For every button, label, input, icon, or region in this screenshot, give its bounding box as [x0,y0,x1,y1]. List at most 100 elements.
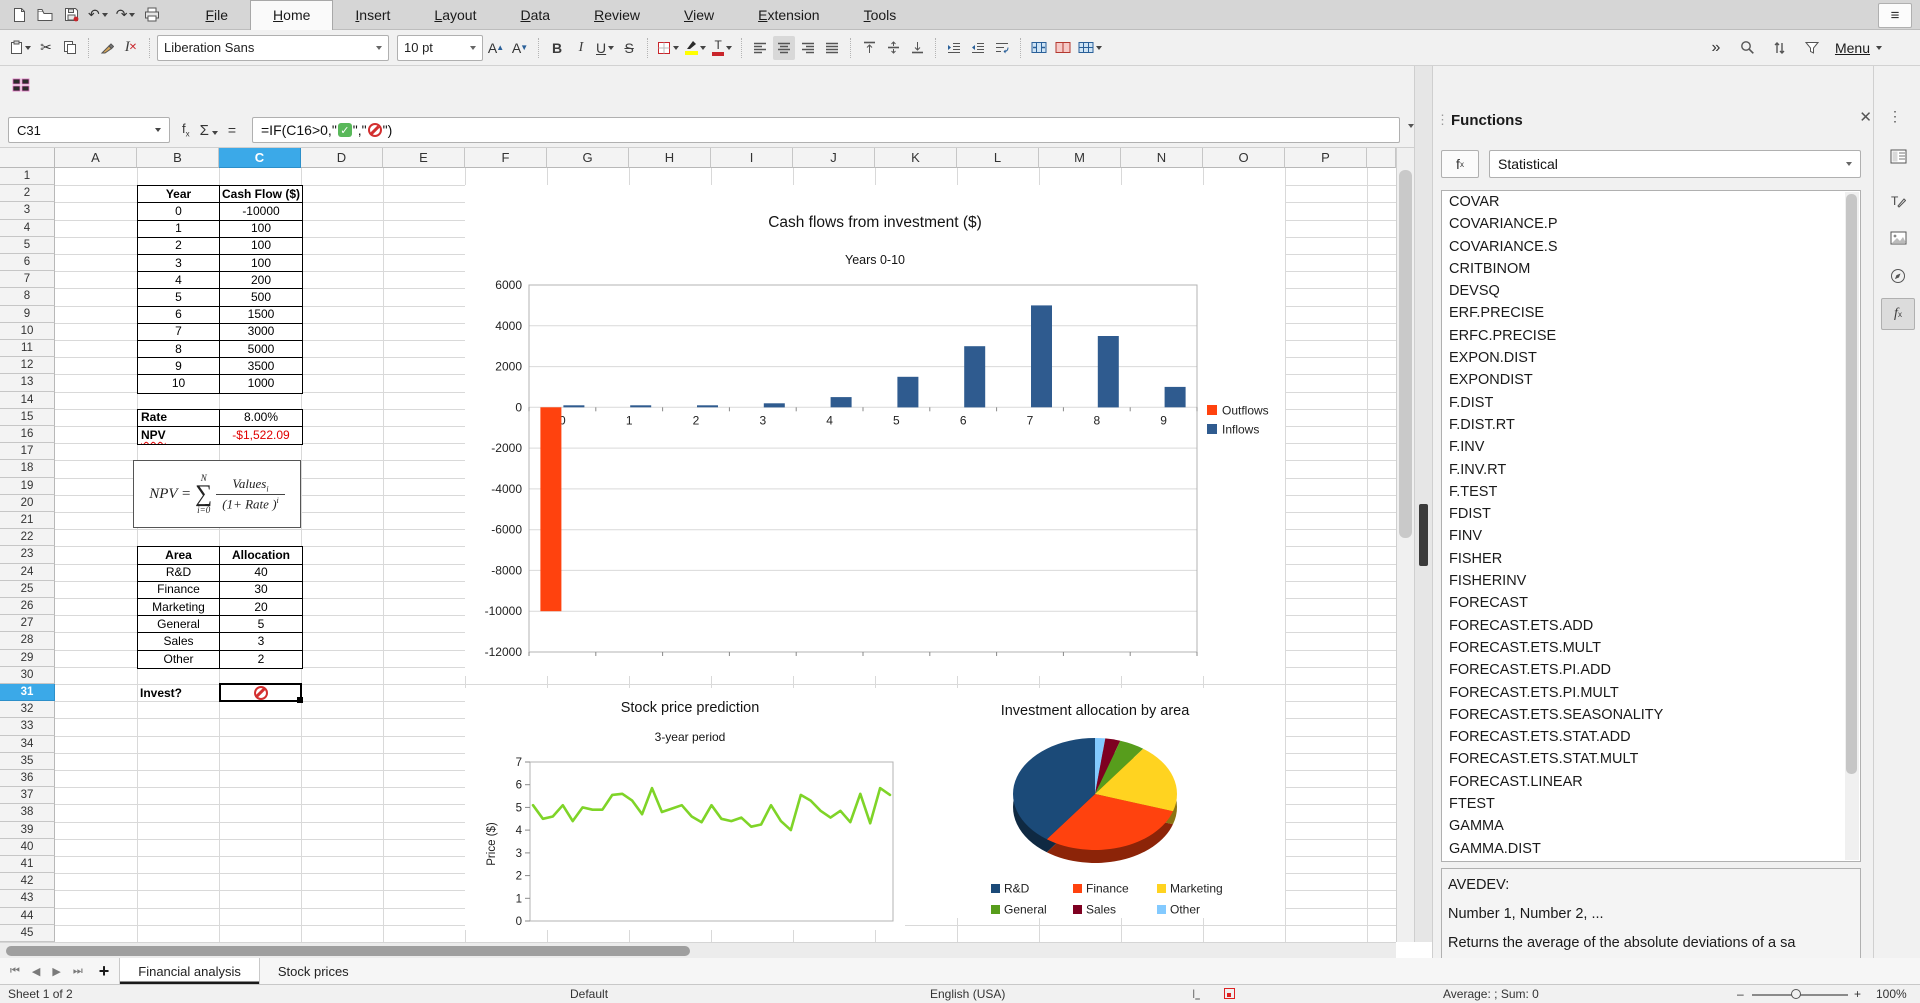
table-cell[interactable]: Year [138,186,220,203]
function-list-item[interactable]: FORECAST.ETS.MULT [1442,637,1860,659]
menu-tab-home[interactable]: Home [250,0,333,30]
column-header-M[interactable]: M [1039,148,1121,168]
column-header-D[interactable]: D [301,148,383,168]
next-sheet-icon[interactable]: ▶ [52,965,60,978]
column-header-A[interactable]: A [55,148,137,168]
row-header-23[interactable]: 23 [0,546,55,563]
decrease-indent-icon[interactable] [967,36,989,60]
row-header-33[interactable]: 33 [0,718,55,735]
insert-mode-icon[interactable]: I‗ [1192,987,1200,1001]
table-cell[interactable]: 40 [220,565,302,582]
column-header-N[interactable]: N [1121,148,1203,168]
column-header-F[interactable]: F [465,148,547,168]
table-cell[interactable]: 2 [138,238,220,255]
table-cell[interactable]: 5 [220,616,302,633]
zoom-in-icon[interactable]: + [1854,987,1861,1001]
table-cell[interactable]: 30 [220,582,302,599]
column-header-P[interactable]: P [1285,148,1367,168]
save-icon[interactable] [60,3,82,27]
select-all-corner[interactable] [0,148,55,168]
function-list-item[interactable]: FDIST [1442,503,1860,525]
table-cell[interactable]: 0 [138,203,220,220]
table-cell[interactable]: 100 [220,221,302,238]
clear-formatting-icon[interactable]: I✕ [120,36,142,60]
table-cell[interactable]: 3 [220,633,302,650]
row-header-17[interactable]: 17 [0,443,55,460]
row-header-6[interactable]: 6 [0,254,55,271]
row-header-28[interactable]: 28 [0,632,55,649]
pie-chart-object[interactable]: Investment allocation by areaR&DFinanceM… [905,688,1285,918]
table-cell[interactable]: 100 [220,255,302,272]
sheet-tab-financial-analysis[interactable]: Financial analysis [119,958,260,984]
sidebar-close-icon[interactable]: ✕ [1859,108,1872,126]
function-list-item[interactable]: FINV [1442,525,1860,547]
row-header-8[interactable]: 8 [0,288,55,305]
align-right-icon[interactable] [797,36,819,60]
row-header-22[interactable]: 22 [0,529,55,546]
strikethrough-icon[interactable]: S [618,36,640,60]
function-list-item[interactable]: ERF.PRECISE [1442,302,1860,324]
function-list-item[interactable]: F.INV [1442,436,1860,458]
sidebar-grip-icon[interactable]: ⋮ [1436,112,1447,128]
function-list-item[interactable]: DEVSQ [1442,280,1860,302]
cut-icon[interactable]: ✂ [35,36,57,60]
row-header-26[interactable]: 26 [0,598,55,615]
table-cell[interactable]: 1500 [220,307,302,324]
function-list-item[interactable]: FORECAST [1442,592,1860,614]
language[interactable]: English (USA) [930,987,1005,1001]
function-list-item[interactable]: GAMMA [1442,815,1860,837]
table-cell[interactable]: 8.00% [220,410,302,427]
align-justify-icon[interactable] [821,36,843,60]
table-cell[interactable]: 500 [220,289,302,306]
sidebar-splitter[interactable] [1414,66,1432,942]
row-header-34[interactable]: 34 [0,736,55,753]
function-list-item[interactable]: FTEST [1442,793,1860,815]
column-header-L[interactable]: L [957,148,1039,168]
menu-dropdown[interactable]: Menu [1833,36,1884,60]
row-header-40[interactable]: 40 [0,839,55,856]
wrap-text-icon[interactable] [991,36,1013,60]
function-list-item[interactable]: FORECAST.ETS.STAT.MULT [1442,748,1860,770]
new-document-icon[interactable] [8,3,30,27]
row-header-36[interactable]: 36 [0,770,55,787]
table-cell[interactable]: Allocation [220,547,302,564]
row-header-13[interactable]: 13 [0,374,55,391]
function-list-item[interactable]: GAMMA.DIST [1442,838,1860,860]
function-wizard-icon[interactable]: fx [182,121,190,139]
table-cell[interactable]: Area [138,547,220,564]
row-header-12[interactable]: 12 [0,357,55,374]
function-list-item[interactable]: COVARIANCE.P [1442,213,1860,235]
first-sheet-icon[interactable]: ⏮︎ [10,965,20,978]
table-cell[interactable]: General [138,616,220,633]
open-file-icon[interactable] [34,3,56,27]
row-header-42[interactable]: 42 [0,873,55,890]
table-cell[interactable]: 9 [138,358,220,375]
sort-icon[interactable] [1769,36,1791,60]
column-header-J[interactable]: J [793,148,875,168]
row-header-10[interactable]: 10 [0,323,55,340]
table-cell[interactable]: 4 [138,272,220,289]
horizontal-scrollbar[interactable] [0,942,1396,958]
document-modified-icon[interactable] [1224,988,1235,999]
function-list-item[interactable]: F.INV.RT [1442,459,1860,481]
zoom-level[interactable]: 100% [1876,987,1907,1001]
bold-icon[interactable]: B [546,36,568,60]
row-header-1[interactable]: 1 [0,168,55,185]
row-header-15[interactable]: 15 [0,409,55,426]
function-list-item[interactable]: FORECAST.ETS.PI.MULT [1442,682,1860,704]
allocation-table[interactable]: AreaAllocationR&D40Finance30Marketing20G… [137,546,303,668]
zoom-slider-thumb[interactable] [1791,989,1801,999]
functions-deck-icon[interactable]: fx [1881,298,1915,330]
row-header-9[interactable]: 9 [0,306,55,323]
equals-icon[interactable]: = [228,122,236,138]
last-sheet-icon[interactable]: ⏭︎ [73,965,83,978]
function-list-item[interactable]: GAMMA.INV [1442,860,1860,862]
function-list-item[interactable]: FORECAST.LINEAR [1442,771,1860,793]
align-vertical-center-icon[interactable] [882,36,904,60]
hamburger-menu-icon[interactable]: ≡ [1878,3,1912,28]
table-cell[interactable]: R&D [138,565,220,582]
formula-input-line[interactable]: =IF(C16>0,"✓","") [252,117,1400,143]
increase-font-size-icon[interactable]: A▲ [485,36,507,60]
table-cell[interactable]: Other [138,651,220,668]
align-center-icon[interactable] [773,36,795,60]
